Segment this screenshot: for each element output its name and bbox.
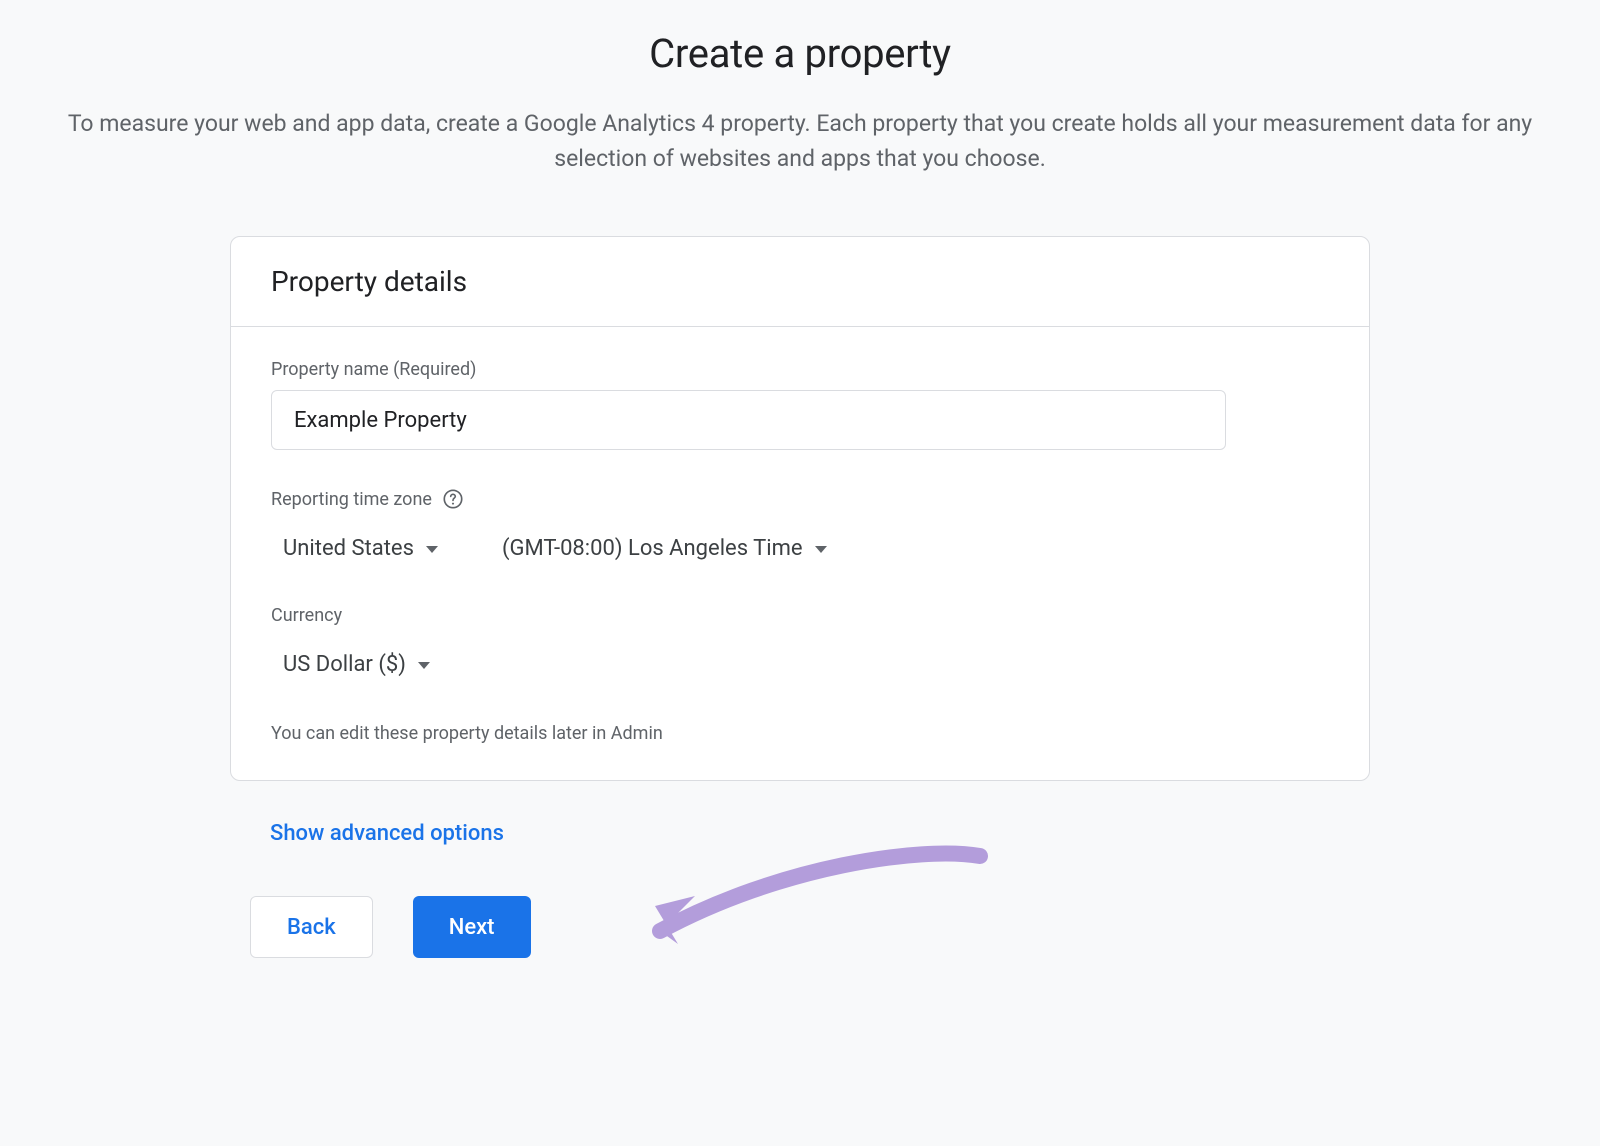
- page-subtitle: To measure your web and app data, create…: [50, 107, 1550, 176]
- timezone-country-dropdown[interactable]: United States: [271, 530, 450, 567]
- currency-field-group: Currency US Dollar ($): [271, 605, 1329, 683]
- property-name-label: Property name (Required): [271, 359, 1329, 380]
- currency-label: Currency: [271, 605, 1329, 626]
- page-title: Create a property: [50, 30, 1550, 77]
- card-header: Property details: [231, 237, 1369, 327]
- property-details-card: Property details Property name (Required…: [230, 236, 1370, 781]
- caret-down-icon: [815, 546, 827, 553]
- timezone-label-text: Reporting time zone: [271, 489, 432, 510]
- back-button[interactable]: Back: [250, 896, 373, 958]
- currency-dropdown-row: US Dollar ($): [271, 646, 1329, 683]
- property-name-field-group: Property name (Required): [271, 359, 1329, 450]
- button-row: Back Next: [250, 896, 1360, 958]
- timezone-tz-dropdown[interactable]: (GMT-08:00) Los Angeles Time: [490, 530, 839, 567]
- timezone-label: Reporting time zone: [271, 488, 1329, 510]
- timezone-country-value: United States: [283, 536, 414, 561]
- currency-dropdown[interactable]: US Dollar ($): [271, 646, 442, 683]
- annotation-arrow-icon: [600, 836, 1000, 996]
- caret-down-icon: [426, 546, 438, 553]
- property-name-input[interactable]: [271, 390, 1226, 450]
- timezone-field-group: Reporting time zone United States (GMT-0…: [271, 488, 1329, 567]
- currency-value: US Dollar ($): [283, 652, 406, 677]
- caret-down-icon: [418, 662, 430, 669]
- below-card-region: Show advanced options Back Next: [230, 781, 1370, 958]
- timezone-tz-value: (GMT-08:00) Los Angeles Time: [502, 536, 803, 561]
- card-header-title: Property details: [271, 265, 1329, 298]
- help-icon[interactable]: [442, 488, 464, 510]
- timezone-dropdown-row: United States (GMT-08:00) Los Angeles Ti…: [271, 530, 1329, 567]
- show-advanced-options-link[interactable]: Show advanced options: [270, 821, 504, 846]
- card-body: Property name (Required) Reporting time …: [231, 327, 1369, 780]
- edit-later-hint: You can edit these property details late…: [271, 723, 1329, 744]
- next-button[interactable]: Next: [413, 896, 531, 958]
